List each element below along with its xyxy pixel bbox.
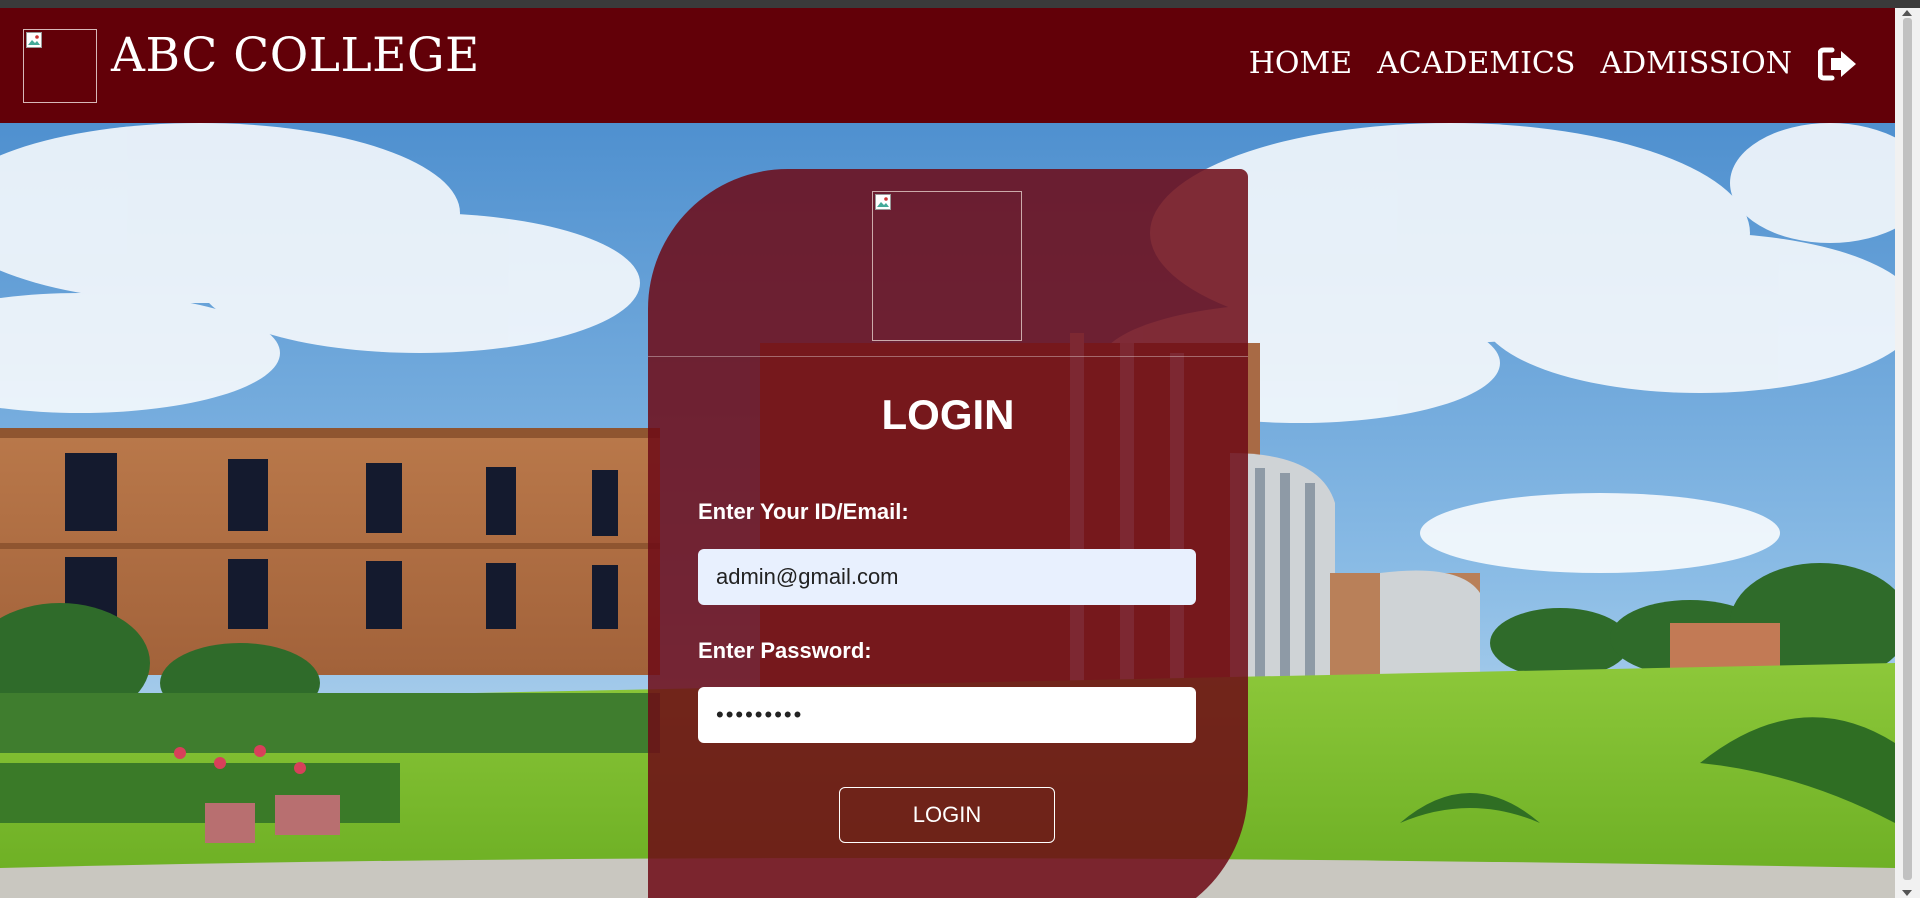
login-button[interactable]: LOGIN: [839, 787, 1055, 843]
hero-background: LOGIN Enter Your ID/Email: Enter Passwor…: [0, 123, 1895, 898]
card-divider: [648, 356, 1248, 357]
nav-link-home[interactable]: HOME: [1249, 49, 1352, 79]
password-label: Enter Password:: [698, 638, 872, 663]
scroll-up-arrow-icon[interactable]: [1902, 10, 1912, 16]
navbar: ABC COLLEGE HOME ACADEMICS ADMISSION: [0, 8, 1895, 123]
email-label: Enter Your ID/Email:: [698, 499, 909, 524]
sign-out-icon[interactable]: [1818, 47, 1858, 81]
scroll-thumb[interactable]: [1903, 18, 1912, 880]
brand-logo-image[interactable]: [23, 29, 97, 103]
nav-link-academics[interactable]: ACADEMICS: [1377, 49, 1575, 79]
login-card: LOGIN Enter Your ID/Email: Enter Passwor…: [648, 169, 1248, 898]
email-field[interactable]: [698, 549, 1196, 605]
password-field[interactable]: [698, 687, 1196, 743]
login-logo-image: [872, 191, 1022, 341]
scroll-down-arrow-icon[interactable]: [1902, 890, 1912, 896]
login-title: LOGIN: [881, 391, 1015, 438]
broken-image-icon: [26, 32, 42, 48]
nav-links: HOME ACADEMICS ADMISSION: [1224, 47, 1858, 81]
browser-top-strip: [0, 0, 1920, 8]
brand-name[interactable]: ABC COLLEGE: [111, 32, 480, 79]
page: ABC COLLEGE HOME ACADEMICS ADMISSION LOG…: [0, 8, 1895, 898]
nav-link-admission[interactable]: ADMISSION: [1600, 49, 1792, 79]
vertical-scrollbar[interactable]: [1895, 8, 1920, 898]
broken-image-icon: [875, 194, 891, 210]
